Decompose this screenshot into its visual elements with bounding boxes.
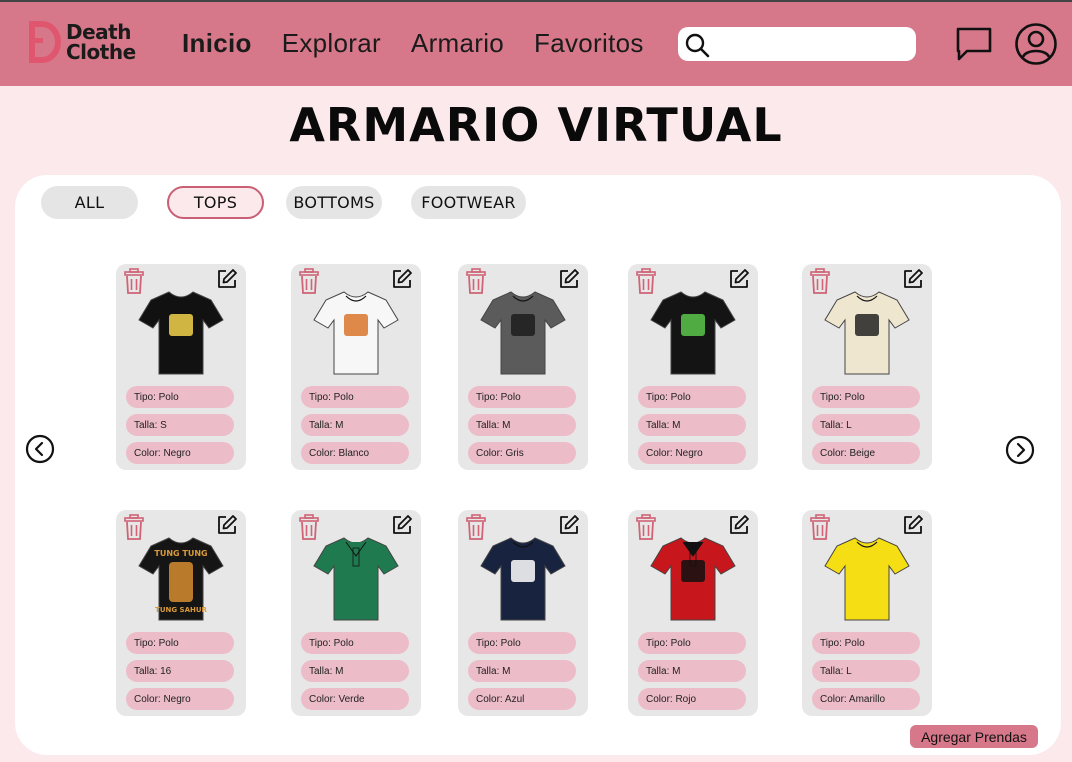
page-title: ARMARIO VIRTUAL xyxy=(289,98,783,152)
garment-image xyxy=(824,291,910,375)
filter-footwear[interactable]: FOOTWEAR xyxy=(411,186,526,219)
garment-card[interactable]: Tipo: Polo Talla: M Color: Rojo xyxy=(628,510,758,716)
add-garments-button[interactable]: Agregar Prendas xyxy=(910,725,1038,748)
main-nav: Inicio Explorar Armario Favoritos xyxy=(182,28,674,59)
svg-text:TUNG SAHUR: TUNG SAHUR xyxy=(155,606,208,614)
garment-image xyxy=(650,537,736,621)
nav-explorar[interactable]: Explorar xyxy=(282,28,381,59)
garment-size-tag: Talla: S xyxy=(126,414,234,436)
garment-image xyxy=(480,291,566,375)
garment-type-tag: Tipo: Polo xyxy=(468,632,576,654)
nav-inicio[interactable]: Inicio xyxy=(182,28,252,59)
garment-type-tag: Tipo: Polo xyxy=(638,632,746,654)
previous-arrow-icon[interactable] xyxy=(25,434,55,464)
garment-color-tag: Color: Verde xyxy=(301,688,409,710)
garment-size-tag: Talla: M xyxy=(301,414,409,436)
filter-tops[interactable]: TOPS xyxy=(167,186,264,219)
garment-size-tag: Talla: M xyxy=(638,660,746,682)
garment-size-tag: Talla: 16 xyxy=(126,660,234,682)
garment-color-tag: Color: Blanco xyxy=(301,442,409,464)
garment-card[interactable]: Tipo: Polo Talla: M Color: Blanco xyxy=(291,264,421,470)
svg-text:TUNG TUNG: TUNG TUNG xyxy=(154,549,207,558)
brand-line1: Death xyxy=(66,20,131,44)
brand-logo[interactable]: Death Clothe xyxy=(28,20,136,64)
garment-type-tag: Tipo: Polo xyxy=(812,632,920,654)
garment-image xyxy=(650,291,736,375)
garment-image xyxy=(313,291,399,375)
garment-type-tag: Tipo: Polo xyxy=(126,386,234,408)
search-input[interactable] xyxy=(678,27,916,61)
user-profile-icon[interactable] xyxy=(1014,22,1058,66)
garment-image xyxy=(138,291,224,375)
filter-all[interactable]: ALL xyxy=(41,186,138,219)
garment-size-tag: Talla: M xyxy=(301,660,409,682)
brand-name: Death Clothe xyxy=(66,22,136,62)
chat-icon[interactable] xyxy=(955,26,993,62)
garment-size-tag: Talla: L xyxy=(812,660,920,682)
garment-card[interactable]: Tipo: Polo Talla: L Color: Amarillo xyxy=(802,510,932,716)
garment-image: TUNG TUNG TUNG SAHUR xyxy=(138,537,224,621)
garment-type-tag: Tipo: Polo xyxy=(812,386,920,408)
garment-color-tag: Color: Azul xyxy=(468,688,576,710)
garment-size-tag: Talla: L xyxy=(812,414,920,436)
garment-card[interactable]: Tipo: Polo Talla: M Color: Gris xyxy=(458,264,588,470)
garment-color-tag: Color: Gris xyxy=(468,442,576,464)
garment-size-tag: Talla: M xyxy=(468,660,576,682)
garment-card[interactable]: Tipo: Polo Talla: M Color: Azul xyxy=(458,510,588,716)
garment-type-tag: Tipo: Polo xyxy=(126,632,234,654)
logo-d-icon xyxy=(28,20,62,64)
garment-size-tag: Talla: M xyxy=(468,414,576,436)
top-navbar: Death Clothe Inicio Explorar Armario Fav… xyxy=(0,0,1072,86)
garment-color-tag: Color: Beige xyxy=(812,442,920,464)
nav-armario[interactable]: Armario xyxy=(411,28,504,59)
garment-card[interactable]: Tipo: Polo Talla: M Color: Negro xyxy=(628,264,758,470)
garment-color-tag: Color: Rojo xyxy=(638,688,746,710)
garment-image xyxy=(824,537,910,621)
garment-type-tag: Tipo: Polo xyxy=(301,386,409,408)
nav-favoritos[interactable]: Favoritos xyxy=(534,28,644,59)
search-icon xyxy=(685,33,710,58)
next-arrow-icon[interactable] xyxy=(1005,435,1035,465)
garment-card[interactable]: Tipo: Polo Talla: S Color: Negro xyxy=(116,264,246,470)
filter-bottoms[interactable]: BOTTOMS xyxy=(286,186,382,219)
garment-card[interactable]: Tipo: Polo Talla: M Color: Verde xyxy=(291,510,421,716)
garment-card[interactable]: TUNG TUNG TUNG SAHUR Tipo: Polo Talla: 1… xyxy=(116,510,246,716)
garment-color-tag: Color: Negro xyxy=(126,442,234,464)
garment-type-tag: Tipo: Polo xyxy=(301,632,409,654)
garment-type-tag: Tipo: Polo xyxy=(468,386,576,408)
garment-image xyxy=(313,537,399,621)
garment-type-tag: Tipo: Polo xyxy=(638,386,746,408)
garment-color-tag: Color: Negro xyxy=(638,442,746,464)
garment-size-tag: Talla: M xyxy=(638,414,746,436)
garment-color-tag: Color: Negro xyxy=(126,688,234,710)
garment-color-tag: Color: Amarillo xyxy=(812,688,920,710)
garment-card[interactable]: Tipo: Polo Talla: L Color: Beige xyxy=(802,264,932,470)
brand-line2: Clothe xyxy=(66,40,136,64)
garment-image xyxy=(480,537,566,621)
